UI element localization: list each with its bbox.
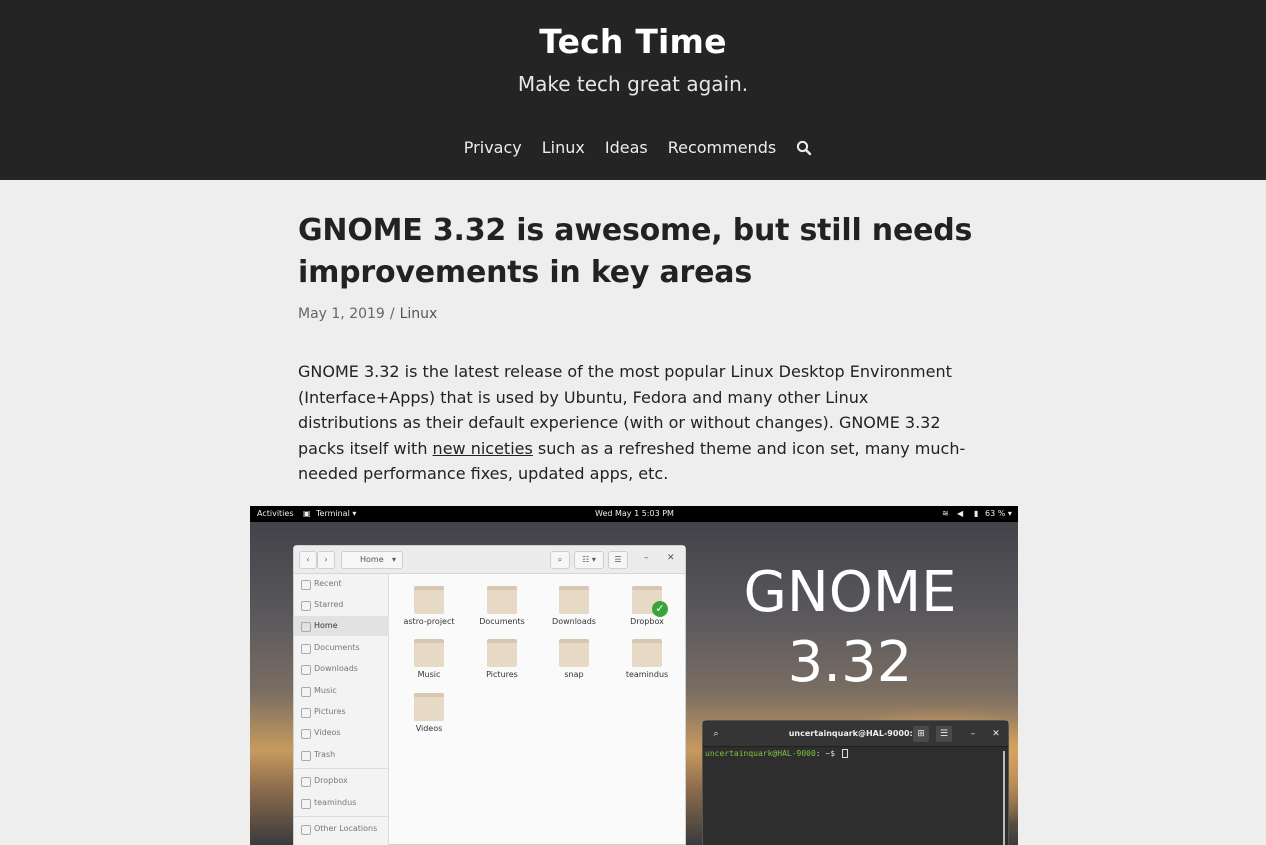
videos-folder-icon	[414, 693, 444, 721]
checkmark-icon: ✓	[652, 601, 668, 617]
terminal-scrollbar	[1003, 751, 1005, 845]
folder-icon	[559, 639, 589, 667]
folder-label: snap	[564, 670, 584, 679]
meta-separator: /	[389, 306, 395, 322]
nav-item-linux[interactable]: Linux	[542, 138, 585, 157]
dropbox-folder-icon: ✓	[632, 586, 668, 617]
folder-item: Documents	[467, 586, 537, 626]
folder-label: astro-project	[403, 617, 455, 626]
menu-icon: ☰	[608, 551, 628, 569]
battery-icon: ▮	[974, 509, 979, 518]
folder-label: Pictures	[486, 670, 518, 679]
app-menu-label: Terminal ▾	[316, 509, 357, 518]
folder-label: Music	[417, 670, 441, 679]
folder-item: Music	[394, 639, 464, 679]
terminal-window: ⌕ uncertainquark@HAL-9000: ~ ⊞ ☰ – ✕ unc…	[702, 720, 1009, 845]
search-icon: ⌕	[550, 551, 570, 569]
prompt-rest: : ~$	[815, 749, 840, 758]
folder-icon	[414, 586, 444, 614]
downloads-folder-icon	[559, 586, 589, 614]
folder-item: ✓ Dropbox	[612, 586, 682, 626]
main-nav: Privacy Linux Ideas Recommends	[0, 138, 1266, 157]
post-title: GNOME 3.32 is awesome, but still needs i…	[298, 213, 973, 290]
sidebar-item-starred: Starred	[294, 595, 389, 615]
site-tagline: Make tech great again.	[517, 72, 749, 96]
view-options-icon: ☷ ▾	[574, 551, 604, 569]
folder-item: snap	[539, 639, 609, 679]
folder-item: teamindus	[612, 639, 682, 679]
post-intro: GNOME 3.32 is the latest release of the …	[298, 359, 966, 487]
sidebar-item-trash: Trash	[294, 745, 389, 765]
terminal-prompt: uncertainquark@HAL-9000: ~$	[705, 749, 848, 758]
post-meta: May 1, 2019/ Linux	[298, 306, 437, 322]
gnome-top-bar: Activities ▣ Terminal ▾ Wed May 1 5:03 P…	[250, 506, 1018, 522]
new-tab-icon: ⊞	[913, 726, 929, 742]
sidebar-divider	[294, 768, 389, 769]
forward-icon: ›	[317, 551, 335, 569]
files-sidebar: Recent Starred Home Documents Downloads …	[294, 574, 389, 845]
nav-item-ideas[interactable]: Ideas	[605, 138, 648, 157]
post-date[interactable]: May 1, 2019	[298, 306, 385, 322]
files-window: ‹ › Home ▾ ⌕ ☷ ▾ ☰ – ✕ Recent Starred Hom…	[293, 545, 686, 845]
sidebar-item-other-locations: Other Locations	[294, 819, 389, 839]
files-headerbar: ‹ › Home ▾ ⌕ ☷ ▾ ☰ – ✕	[294, 546, 685, 574]
folder-item: Downloads	[539, 586, 609, 626]
post-category-link[interactable]: Linux	[400, 306, 438, 322]
activities-label: Activities	[257, 509, 294, 518]
terminal-title: uncertainquark@HAL-9000: ~	[788, 729, 923, 738]
folder-label: teamindus	[625, 670, 669, 679]
documents-folder-icon	[487, 586, 517, 614]
sidebar-item-recent: Recent	[294, 574, 389, 594]
sidebar-item-documents: Documents	[294, 638, 389, 658]
folder-label: Dropbox	[630, 617, 664, 626]
new-niceties-link[interactable]: new niceties	[433, 439, 533, 458]
nav-item-recommends[interactable]: Recommends	[668, 138, 776, 157]
sidebar-item-downloads: Downloads	[294, 659, 389, 679]
folder-label: Documents	[479, 617, 525, 626]
clock-label: Wed May 1 5:03 PM	[595, 509, 674, 518]
pictures-folder-icon	[487, 639, 517, 667]
music-folder-icon	[414, 639, 444, 667]
minimize-icon: –	[970, 729, 976, 739]
folder-label: Videos	[415, 724, 443, 733]
folder-item: Pictures	[467, 639, 537, 679]
gnome-overlay-title: GNOME	[743, 560, 957, 625]
folder-item: astro-project	[394, 586, 464, 626]
close-icon: ✕	[992, 729, 1000, 739]
network-icon: ≋	[942, 509, 949, 518]
gnome-overlay-version: 3.32	[787, 630, 913, 695]
prompt-user: uncertainquark@HAL-9000	[705, 749, 816, 758]
minimize-icon: –	[644, 553, 649, 563]
folder-icon	[632, 639, 662, 667]
back-icon: ‹	[299, 551, 317, 569]
terminal-headerbar: ⌕ uncertainquark@HAL-9000: ~ ⊞ ☰ – ✕	[703, 721, 1008, 747]
gnome-overlay-text: GNOME 3.32	[720, 558, 980, 698]
close-icon: ✕	[667, 553, 675, 563]
battery-label: 63 % ▾	[985, 509, 1012, 518]
sidebar-item-videos: Videos	[294, 723, 389, 743]
volume-icon: ◀	[957, 509, 964, 518]
folder-item: Videos	[394, 693, 464, 733]
sidebar-item-home: Home	[294, 616, 389, 636]
featured-screenshot: Activities ▣ Terminal ▾ Wed May 1 5:03 P…	[250, 506, 1018, 845]
site-header: Tech Time Make tech great again. Privacy…	[0, 0, 1266, 180]
search-icon[interactable]	[796, 140, 812, 156]
nav-item-privacy[interactable]: Privacy	[464, 138, 522, 157]
menu-icon: ☰	[936, 726, 952, 742]
sidebar-divider	[294, 816, 389, 817]
chevron-down-icon: ▾	[391, 555, 396, 564]
terminal-cursor	[841, 749, 848, 758]
sidebar-item-music: Music	[294, 681, 389, 701]
sidebar-item-teamindus: teamindus	[294, 793, 389, 813]
site-title[interactable]: Tech Time	[0, 22, 1266, 61]
folder-label: Downloads	[552, 617, 596, 626]
path-home-label: Home	[360, 555, 384, 564]
sidebar-item-pictures: Pictures	[294, 702, 389, 722]
terminal-app-icon: ▣	[303, 509, 311, 518]
path-bar: Home ▾	[341, 551, 403, 569]
sidebar-item-dropbox: Dropbox	[294, 771, 389, 791]
